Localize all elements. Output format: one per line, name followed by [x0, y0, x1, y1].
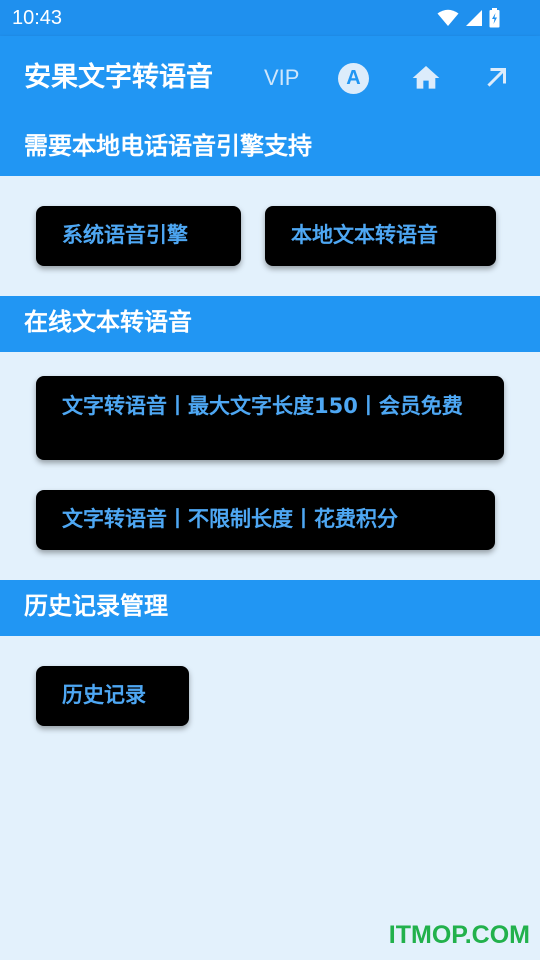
wifi-icon — [437, 9, 459, 26]
status-bar: 10:43 — [0, 0, 540, 36]
home-icon[interactable] — [410, 62, 442, 94]
button-label: 本地文本转语音 — [291, 223, 438, 247]
app-bar: 安果文字转语音 VIP A — [0, 36, 540, 120]
section-title: 历史记录管理 — [24, 592, 168, 620]
share-arrow-icon[interactable] — [482, 62, 512, 92]
watermark: ITMOP.COM — [388, 921, 530, 949]
section-header-local-engine: 需要本地电话语音引擎支持 — [0, 120, 540, 176]
history-button[interactable]: 历史记录 — [36, 666, 189, 726]
status-time: 10:43 — [12, 7, 63, 29]
a-icon[interactable]: A — [338, 63, 369, 94]
online-tts-unlimited-button[interactable]: 文字转语音丨不限制长度丨花费积分 — [36, 490, 495, 550]
button-label: 系统语音引擎 — [62, 223, 188, 247]
section-title: 需要本地电话语音引擎支持 — [24, 132, 312, 160]
app-title: 安果文字转语音 — [24, 62, 213, 93]
status-icons — [437, 8, 500, 28]
section-title: 在线文本转语音 — [24, 308, 192, 336]
button-label: 文字转语音丨最大文字长度150丨会员免费 — [62, 394, 463, 418]
online-tts-member-free-button[interactable]: 文字转语音丨最大文字长度150丨会员免费 — [36, 376, 504, 460]
battery-icon — [489, 8, 500, 28]
section-header-history: 历史记录管理 — [0, 580, 540, 636]
local-text-to-speech-button[interactable]: 本地文本转语音 — [265, 206, 496, 266]
button-label: 历史记录 — [62, 683, 146, 707]
button-label: 文字转语音丨不限制长度丨花费积分 — [62, 507, 398, 531]
vip-button[interactable]: VIP — [264, 64, 299, 92]
section-header-online-tts: 在线文本转语音 — [0, 296, 540, 352]
system-tts-engine-button[interactable]: 系统语音引擎 — [36, 206, 241, 266]
signal-icon — [466, 10, 482, 26]
